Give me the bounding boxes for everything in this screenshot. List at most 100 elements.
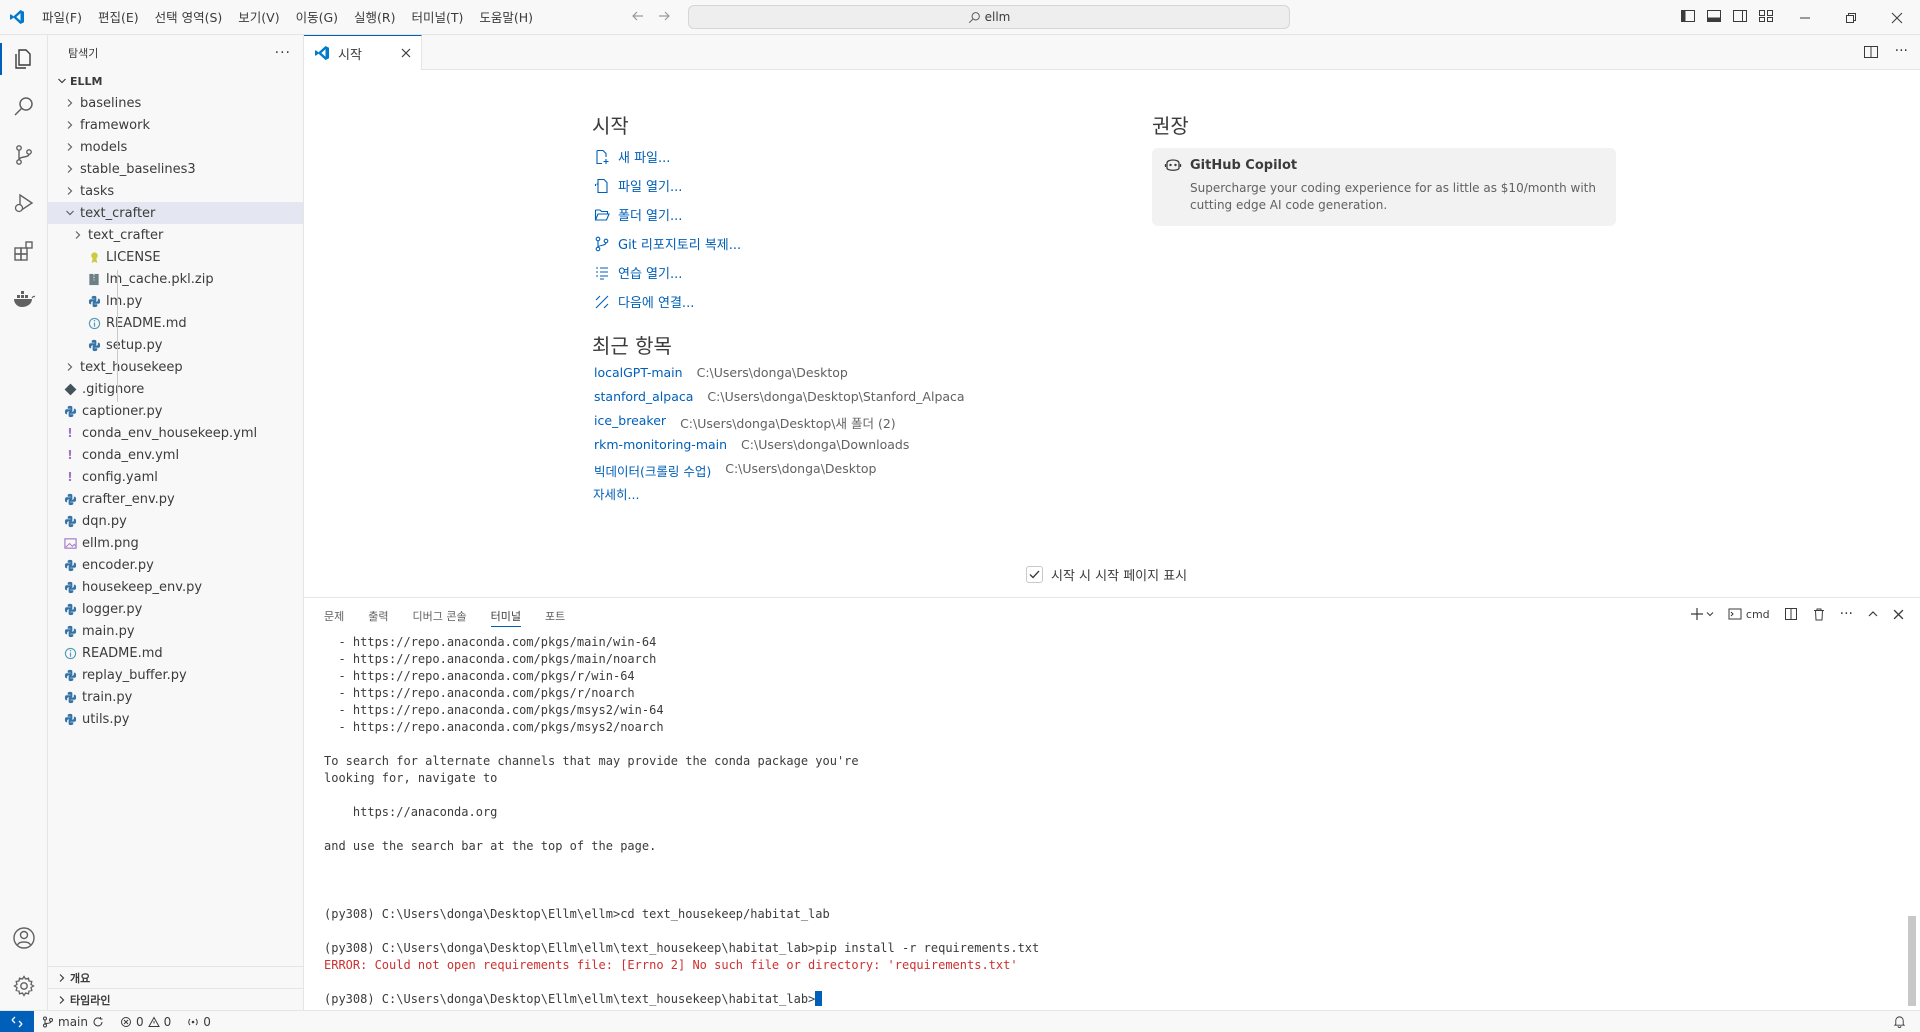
toggle-primary-sidebar-icon[interactable] bbox=[1680, 8, 1696, 24]
minimize-icon[interactable] bbox=[1782, 0, 1828, 35]
tree-file[interactable]: LICENSE bbox=[48, 246, 303, 268]
restore-icon[interactable] bbox=[1828, 0, 1874, 35]
panel-tab[interactable]: 출력 bbox=[368, 598, 388, 633]
tree-file[interactable]: .gitignore bbox=[48, 378, 303, 400]
tree-file[interactable]: logger.py bbox=[48, 598, 303, 620]
start-action[interactable]: Git 리포지토리 복제... bbox=[594, 234, 741, 253]
panel-tab[interactable]: 포트 bbox=[545, 598, 565, 633]
tree-file[interactable]: README.md bbox=[48, 312, 303, 334]
panel-tab[interactable]: 터미널 bbox=[490, 598, 522, 633]
show-on-startup[interactable]: 시작 시 시작 페이지 표시 bbox=[1026, 565, 1187, 584]
start-action[interactable]: 연습 열기... bbox=[594, 263, 682, 282]
tree-folder[interactable]: tasks bbox=[48, 180, 303, 202]
tree-folder[interactable]: models bbox=[48, 136, 303, 158]
more-editor-actions-icon[interactable]: ··· bbox=[1895, 44, 1908, 60]
close-panel-icon[interactable] bbox=[1893, 609, 1904, 620]
recent-item-name[interactable]: ice_breaker bbox=[594, 413, 666, 432]
run-debug-icon[interactable] bbox=[0, 179, 48, 227]
menu-item[interactable]: 터미널(T) bbox=[404, 0, 472, 35]
search-view-icon[interactable] bbox=[0, 83, 48, 131]
more-recent-link[interactable]: 자세히... bbox=[593, 484, 639, 503]
recent-item-name[interactable]: rkm-monitoring-main bbox=[594, 437, 727, 452]
ports-indicator[interactable]: 0 bbox=[179, 1015, 219, 1029]
explorer-icon[interactable] bbox=[0, 35, 48, 83]
new-terminal-icon[interactable] bbox=[1690, 607, 1714, 621]
menu-item[interactable]: 도움말(H) bbox=[471, 0, 541, 35]
start-action[interactable]: 다음에 연결... bbox=[594, 292, 694, 311]
timeline-section[interactable]: 타임라인 bbox=[48, 988, 304, 1010]
start-action[interactable]: 파일 열기... bbox=[594, 176, 682, 195]
close-window-icon[interactable] bbox=[1874, 0, 1920, 35]
more-actions-icon[interactable]: ··· bbox=[275, 45, 291, 61]
tree-file[interactable]: utils.py bbox=[48, 708, 303, 730]
notifications-bell-icon[interactable] bbox=[1893, 1015, 1920, 1028]
toggle-panel-icon[interactable] bbox=[1706, 8, 1722, 24]
tree-folder[interactable]: text_crafter bbox=[48, 202, 303, 224]
tree-file[interactable]: replay_buffer.py bbox=[48, 664, 303, 686]
tree-file[interactable]: ! conda_env_housekeep.yml bbox=[48, 422, 303, 444]
tree-file[interactable]: ellm.png bbox=[48, 532, 303, 554]
remote-indicator[interactable] bbox=[0, 1010, 34, 1032]
customize-layout-icon[interactable] bbox=[1758, 8, 1774, 24]
docker-icon[interactable] bbox=[0, 275, 48, 323]
terminal-scrollbar[interactable] bbox=[1908, 916, 1916, 1006]
terminal-output[interactable]: - https://repo.anaconda.com/pkgs/main/wi… bbox=[324, 634, 1884, 1006]
settings-gear-icon[interactable] bbox=[0, 962, 48, 1010]
tree-file[interactable]: captioner.py bbox=[48, 400, 303, 422]
workspace-root[interactable]: ELLM bbox=[48, 70, 303, 92]
menu-item[interactable]: 파일(F) bbox=[34, 0, 90, 35]
kill-terminal-trash-icon[interactable] bbox=[1812, 607, 1826, 621]
tree-file[interactable]: crafter_env.py bbox=[48, 488, 303, 510]
source-control-icon[interactable] bbox=[0, 131, 48, 179]
maximize-panel-icon[interactable] bbox=[1867, 608, 1879, 620]
menu-item[interactable]: 실행(R) bbox=[346, 0, 403, 35]
split-editor-icon[interactable] bbox=[1863, 44, 1879, 60]
start-action[interactable]: 폴더 열기... bbox=[594, 205, 682, 224]
tab-welcome[interactable]: 시작 bbox=[304, 35, 422, 70]
recent-item-name[interactable]: 빅데이터(크롤링 수업) bbox=[594, 461, 711, 480]
panel-tab[interactable]: 문제 bbox=[324, 598, 344, 633]
split-terminal-icon[interactable] bbox=[1784, 607, 1798, 621]
problems-indicator[interactable]: 0 0 bbox=[112, 1015, 179, 1029]
tree-folder[interactable]: framework bbox=[48, 114, 303, 136]
tree-file[interactable]: train.py bbox=[48, 686, 303, 708]
tree-folder[interactable]: stable_baselines3 bbox=[48, 158, 303, 180]
startup-checkbox[interactable] bbox=[1026, 566, 1043, 583]
tree-file[interactable]: ! config.yaml bbox=[48, 466, 303, 488]
command-center-search[interactable]: ellm bbox=[688, 5, 1290, 29]
menu-item[interactable]: 편집(E) bbox=[90, 0, 147, 35]
toggle-secondary-sidebar-icon[interactable] bbox=[1732, 8, 1748, 24]
panel-tab[interactable]: 디버그 콘솔 bbox=[413, 598, 467, 633]
recent-item-name[interactable]: localGPT-main bbox=[594, 365, 683, 380]
copilot-card[interactable]: GitHub Copilot Supercharge your coding e… bbox=[1152, 148, 1616, 226]
tree-file[interactable]: README.md bbox=[48, 642, 303, 664]
tree-file[interactable]: dqn.py bbox=[48, 510, 303, 532]
back-arrow-icon[interactable] bbox=[630, 8, 646, 24]
tree-file[interactable]: lm.py bbox=[48, 290, 303, 312]
menu-item[interactable]: 보기(V) bbox=[230, 0, 287, 35]
branch-indicator[interactable]: main bbox=[34, 1015, 112, 1029]
indent-guide bbox=[117, 270, 118, 402]
start-action[interactable]: 새 파일... bbox=[594, 147, 670, 166]
tree-file[interactable]: ! conda_env.yml bbox=[48, 444, 303, 466]
tree-folder[interactable]: text_housekeep bbox=[48, 356, 303, 378]
tree-file[interactable]: encoder.py bbox=[48, 554, 303, 576]
close-tab-icon[interactable] bbox=[401, 48, 411, 58]
tree-file[interactable]: housekeep_env.py bbox=[48, 576, 303, 598]
tree-folder[interactable]: text_crafter bbox=[48, 224, 303, 246]
tree-file[interactable]: main.py bbox=[48, 620, 303, 642]
tree-file[interactable]: setup.py bbox=[48, 334, 303, 356]
accounts-icon[interactable] bbox=[0, 914, 48, 962]
python-file-icon bbox=[86, 295, 102, 308]
recent-item-name[interactable]: stanford_alpaca bbox=[594, 389, 693, 404]
menu-item[interactable]: 선택 영역(S) bbox=[147, 0, 231, 35]
menu-item[interactable]: 이동(G) bbox=[288, 0, 346, 35]
terminal-shell-selector[interactable]: cmd bbox=[1728, 607, 1770, 621]
tree-file[interactable]: lm_cache.pkl.zip bbox=[48, 268, 303, 290]
extensions-icon[interactable] bbox=[0, 227, 48, 275]
outline-section[interactable]: 개요 bbox=[48, 966, 304, 988]
tree-folder[interactable]: baselines bbox=[48, 92, 303, 114]
more-panel-actions-icon[interactable]: ··· bbox=[1840, 607, 1853, 621]
forward-arrow-icon[interactable] bbox=[656, 8, 672, 24]
